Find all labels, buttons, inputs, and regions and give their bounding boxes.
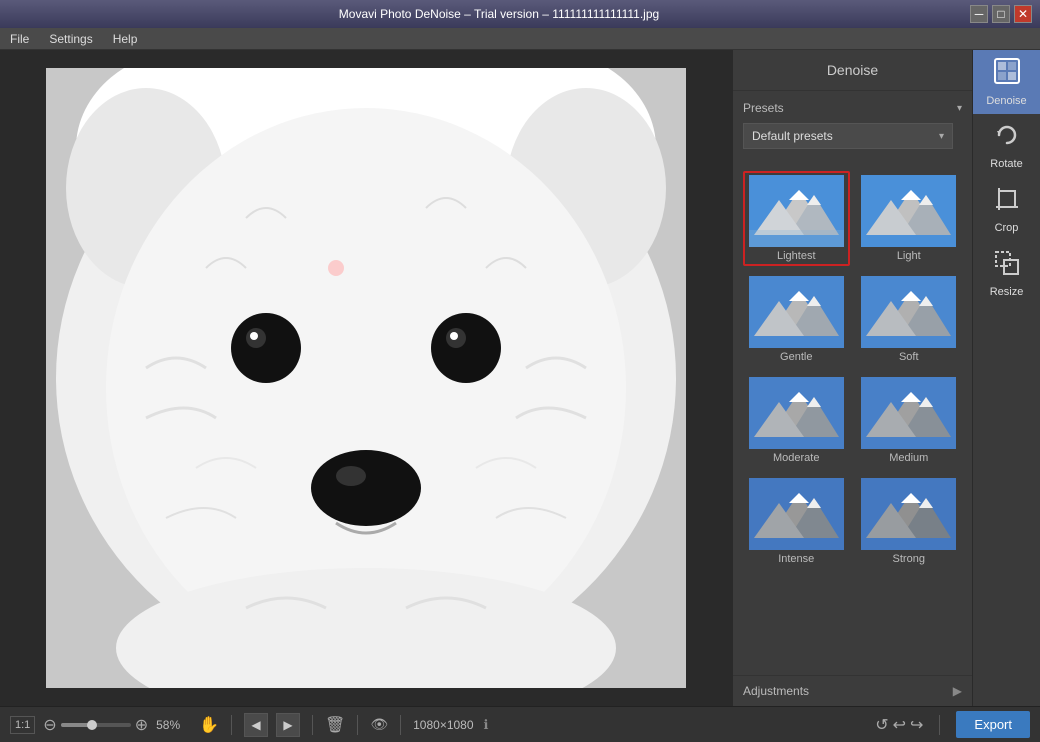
preset-thumb-strong: [861, 478, 956, 550]
tool-crop-label: Crop: [995, 222, 1019, 234]
info-button[interactable]: ℹ: [484, 717, 489, 733]
crop-icon: [994, 186, 1020, 218]
zoom-slider[interactable]: [61, 723, 131, 727]
right-section: Denoise Presets ▾ Default presets ▾: [732, 50, 1040, 706]
zoom-out-button[interactable]: ⊖: [43, 715, 56, 735]
zoom-ratio-button[interactable]: 1:1: [10, 716, 35, 734]
dropdown-arrow-icon: ▾: [939, 131, 944, 142]
preset-medium[interactable]: Medium: [856, 373, 963, 468]
separator-3: [357, 715, 358, 735]
preset-strong[interactable]: Strong: [856, 474, 963, 569]
denoise-title: Denoise: [733, 50, 972, 91]
redo-button[interactable]: ↪: [910, 715, 923, 735]
tool-denoise-label: Denoise: [986, 95, 1026, 107]
undo-button[interactable]: ↩: [893, 715, 906, 735]
preset-thumb-lightest: [749, 175, 844, 247]
denoise-panel: Denoise Presets ▾ Default presets ▾: [732, 50, 972, 706]
dropdown-value: Default presets: [752, 129, 833, 143]
preset-thumb-gentle: [749, 276, 844, 348]
preset-thumb-moderate: [749, 377, 844, 449]
next-image-button[interactable]: ▶: [276, 713, 300, 737]
presets-section: Presets ▾ Default presets ▾: [733, 91, 972, 167]
rotate-buttons: ↺ ↩ ↪: [875, 715, 923, 735]
presets-row: Presets ▾: [743, 101, 962, 115]
rotate-icon: [994, 122, 1020, 154]
preset-moderate[interactable]: Moderate: [743, 373, 850, 468]
tool-resize[interactable]: Resize: [973, 242, 1040, 306]
statusbar: 1:1 ⊖ ⊕ 58% ✋ ◀ ▶ 🗑 👁 1080×1080 ℹ ↺ ↩ ↪ …: [0, 706, 1040, 742]
close-button[interactable]: ✕: [1014, 5, 1032, 23]
resize-icon: [994, 250, 1020, 282]
preset-thumb-medium: [861, 377, 956, 449]
presets-label: Presets: [743, 101, 784, 115]
tool-rotate[interactable]: Rotate: [973, 114, 1040, 178]
tool-denoise[interactable]: Denoise: [973, 50, 1040, 114]
preset-thumb-intense: [749, 478, 844, 550]
hand-tool-button[interactable]: ✋: [199, 715, 219, 735]
preset-lightest[interactable]: Lightest: [743, 171, 850, 266]
zoom-percent: 58%: [156, 718, 191, 732]
adjustments-row[interactable]: Adjustments ▶: [733, 675, 972, 706]
minimize-button[interactable]: ─: [970, 5, 988, 23]
zoom-in-button[interactable]: ⊕: [135, 715, 148, 735]
preview-button[interactable]: 👁: [370, 716, 388, 733]
preset-gentle[interactable]: Gentle: [743, 272, 850, 367]
separator-5: [939, 715, 940, 735]
menubar: File Settings Help: [0, 28, 1040, 50]
preset-grid: Lightest Light: [733, 167, 972, 573]
titlebar: Movavi Photo DeNoise – Trial version – 1…: [0, 0, 1040, 28]
rotate-ccw-button[interactable]: ↺: [875, 715, 888, 735]
preset-label-gentle: Gentle: [780, 351, 812, 363]
image-area: [0, 50, 732, 706]
preset-label-medium: Medium: [889, 452, 928, 464]
denoise-icon: [993, 57, 1021, 91]
tools-sidebar: Denoise Rotate: [972, 50, 1040, 706]
preset-label-intense: Intense: [778, 553, 814, 565]
image-dimensions: 1080×1080: [413, 718, 473, 732]
tool-rotate-label: Rotate: [990, 158, 1022, 170]
presets-dropdown[interactable]: Default presets ▾: [743, 123, 953, 149]
zoom-slider-fill: [61, 723, 89, 727]
preset-light[interactable]: Light: [856, 171, 963, 266]
delete-button[interactable]: 🗑: [325, 715, 345, 735]
preset-label-moderate: Moderate: [773, 452, 819, 464]
zoom-controls: ⊖ ⊕: [43, 715, 148, 735]
tool-resize-label: Resize: [990, 286, 1024, 298]
adjustments-label: Adjustments: [743, 684, 809, 698]
preset-label-strong: Strong: [893, 553, 925, 565]
preset-soft[interactable]: Soft: [856, 272, 963, 367]
tool-crop[interactable]: Crop: [973, 178, 1040, 242]
preset-label-lightest: Lightest: [777, 250, 816, 262]
menu-help[interactable]: Help: [109, 30, 142, 48]
prev-image-button[interactable]: ◀: [244, 713, 268, 737]
menu-file[interactable]: File: [6, 30, 33, 48]
zoom-slider-thumb: [87, 720, 97, 730]
presets-arrow-icon: ▾: [957, 103, 962, 114]
preset-label-light: Light: [897, 250, 921, 262]
adjustments-arrow-icon: ▶: [953, 684, 962, 698]
main-content: Denoise Presets ▾ Default presets ▾: [0, 50, 1040, 706]
separator-4: [400, 715, 401, 735]
menu-settings[interactable]: Settings: [45, 30, 96, 48]
preset-thumb-soft: [861, 276, 956, 348]
preset-label-soft: Soft: [899, 351, 919, 363]
titlebar-controls[interactable]: ─ □ ✕: [970, 5, 1032, 23]
main-image: [46, 68, 686, 688]
export-button[interactable]: Export: [956, 711, 1030, 738]
maximize-button[interactable]: □: [992, 5, 1010, 23]
separator-2: [312, 715, 313, 735]
separator-1: [231, 715, 232, 735]
titlebar-title: Movavi Photo DeNoise – Trial version – 1…: [28, 7, 970, 21]
preset-thumb-light: [861, 175, 956, 247]
preset-intense[interactable]: Intense: [743, 474, 850, 569]
